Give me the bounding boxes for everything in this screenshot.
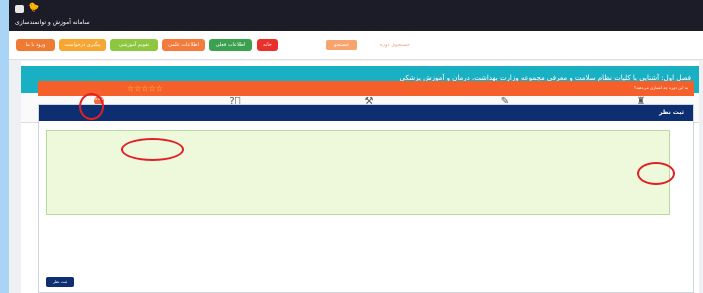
top-bar: 🐤 سامانه آموزش و توانمندسازی (9, 0, 703, 31)
search-input[interactable]: جستجوی دوره (380, 40, 410, 50)
annotation-ring-comment-header (637, 162, 675, 185)
app-title: سامانه آموزش و توانمندسازی (15, 19, 90, 26)
logo[interactable] (15, 5, 24, 13)
submit-comment-button[interactable]: ثبت نظر (46, 277, 74, 287)
annotation-ring-comments-tab (79, 93, 104, 120)
nav-current-info-button[interactable]: اطلاعات فعلی (209, 39, 252, 51)
comment-card: ثبت نظر ثبت نظر (38, 104, 694, 293)
nav-bar: ورود با ما پیگیری درخواست تقویم آموزشی ا… (9, 31, 703, 60)
annotation-ring-stars (121, 138, 184, 161)
nav-home-button[interactable]: خانه (257, 39, 278, 51)
rating-bar: ☆☆☆☆☆ به این دوره چه امتیازی می‌دهید؟ (38, 81, 694, 96)
nav-scientific-info-button[interactable]: اطلاعات علمی (162, 39, 205, 51)
search-button[interactable]: جستجو (326, 40, 357, 50)
nav-calendar-button[interactable]: تقویم آموزشی (110, 39, 158, 51)
browser-page: 🐤 سامانه آموزش و توانمندسازی ورود با ما … (9, 0, 703, 293)
bird-icon: 🐤 (28, 3, 40, 13)
nav-login-button[interactable]: ورود با ما (16, 39, 55, 51)
rating-question: به این دوره چه امتیازی می‌دهید؟ (634, 85, 688, 90)
comment-header: ثبت نظر (39, 105, 693, 121)
comment-header-title: ثبت نظر (659, 109, 684, 116)
nav-track-request-button[interactable]: پیگیری درخواست (59, 39, 106, 51)
search-box[interactable]: جستجو جستجوی دوره (326, 40, 410, 50)
rating-stars[interactable]: ☆☆☆☆☆ (127, 83, 163, 94)
